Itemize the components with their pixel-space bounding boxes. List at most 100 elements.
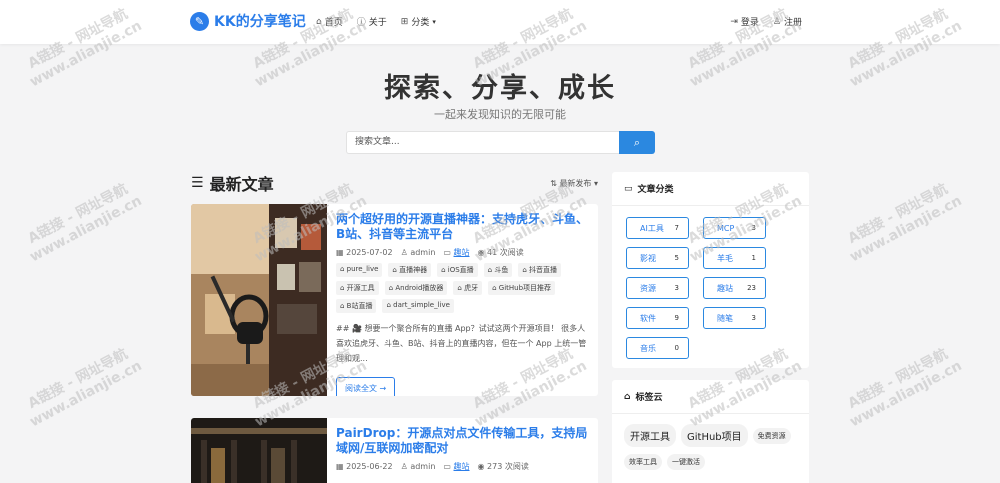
register-link[interactable]: ♙ 注册 (772, 15, 802, 29)
tag-chip[interactable]: ⌂ B站直播 (336, 299, 377, 313)
article-thumbnail[interactable] (191, 418, 327, 483)
article-body: PairDrop：开源点对点文件传输工具，支持局域网/互联网加密配对 ▦ 202… (336, 426, 590, 472)
search-input[interactable]: 搜索文章... (346, 131, 619, 154)
category-deals[interactable]: 羊毛 1 (703, 247, 766, 269)
calendar-icon: ▦ (336, 248, 344, 257)
article-category[interactable]: ▭ 趣站 (443, 461, 469, 472)
nav-categories[interactable]: ⊞ 分类 ▾ (400, 15, 436, 29)
watermark-line1: A链接 - 网址导航 (845, 181, 951, 248)
watermark-line1: A链接 - 网址导航 (845, 346, 951, 413)
category-count: 0 (674, 344, 679, 352)
search-button[interactable]: ⌕ (619, 131, 655, 154)
categories-title: 文章分类 (637, 185, 674, 195)
nav-home-label: 首页 (324, 18, 343, 28)
tag-label: B站直播 (346, 302, 373, 310)
tag-label: pure_live (346, 265, 379, 273)
category-name: 软件 (640, 313, 656, 323)
site-logo[interactable]: ✎ KK的分享笔记 (190, 11, 306, 31)
category-software[interactable]: 软件 9 (626, 307, 689, 329)
calendar-icon: ▦ (336, 462, 344, 471)
article-author-value: admin (410, 248, 436, 257)
nav-home[interactable]: ⌂ 首页 (316, 15, 343, 29)
tag-label: Android播放器 (395, 284, 444, 292)
category-mcp[interactable]: MCP 3 (703, 217, 766, 239)
category-fun-sites[interactable]: 趣站 23 (703, 277, 766, 299)
auth-links: ⇥ 登录 ♙ 注册 (730, 15, 802, 29)
category-ai-tools[interactable]: AI工具 7 (626, 217, 689, 239)
sort-label: 最新发布 (559, 178, 592, 188)
tag-chip[interactable]: ⌂ 抖音直播 (518, 263, 562, 277)
tag-cloud-item[interactable]: 一键激活 (667, 454, 705, 470)
grid-icon: ⊞ (400, 16, 409, 27)
category-count: 1 (751, 254, 756, 262)
article-author: ♙ admin (401, 462, 436, 471)
tag-chip[interactable]: ⌂ 开源工具 (336, 281, 379, 295)
nav-categories-label: 分类 (411, 18, 430, 28)
tag-cloud-item[interactable]: 开源工具 (624, 424, 676, 447)
folder-icon: ▭ (624, 183, 633, 194)
sort-dropdown[interactable]: ⇅ 最新发布 ▾ (550, 178, 598, 189)
info-icon: ⓘ (356, 18, 366, 28)
tag-cloud-title: 标签云 (635, 393, 663, 403)
tag-chip[interactable]: ⌂ iOS直播 (437, 263, 478, 277)
user-icon: ♙ (400, 462, 408, 471)
article-thumbnail[interactable] (191, 204, 327, 396)
category-name: 影视 (640, 253, 656, 263)
top-nav-bar: ✎ KK的分享笔记 ⌂ 首页 ⓘ 关于 ⊞ 分类 ▾ ⇥ 登录 ♙ 注册 (0, 0, 1000, 44)
tag-cloud-item[interactable]: 免费资源 (752, 427, 791, 444)
category-music[interactable]: 音乐 0 (626, 337, 689, 359)
article-title[interactable]: PairDrop：开源点对点文件传输工具，支持局域网/互联网加密配对 (336, 426, 590, 456)
folder-icon: ▭ (443, 462, 451, 471)
tag-cloud-item[interactable]: GitHub项目 (681, 424, 748, 447)
category-video[interactable]: 影视 5 (626, 247, 689, 269)
watermark-line2: www.alianjie.cn (27, 192, 145, 266)
watermark-line1: A链接 - 网址导航 (25, 346, 131, 413)
watermark: A链接 - 网址导航 www.alianjie.cn (19, 178, 145, 266)
main-nav: ⌂ 首页 ⓘ 关于 ⊞ 分类 ▾ (316, 15, 436, 29)
category-count: 3 (674, 284, 679, 292)
article-meta: ▦ 2025-07-02 ♙ admin ▭ 趣站 ◉ 41 次阅读 (336, 247, 590, 258)
category-list: AI工具 7 MCP 3 影视 5 羊毛 1 资源 3 趣站 23 软件 9 随笔 3 音乐 0 (612, 206, 809, 370)
category-essays[interactable]: 随笔 3 (703, 307, 766, 329)
tag-label: 抖音直播 (529, 266, 558, 274)
user-plus-icon: ♙ (772, 16, 781, 27)
section-title: ☰ 最新文章 (191, 171, 274, 195)
nav-about[interactable]: ⓘ 关于 (357, 15, 387, 28)
tag-chip[interactable]: ⌂ dart_simple_live (382, 299, 454, 313)
tag-cloud-panel: ⌂ 标签云 开源工具 GitHub项目 免费资源 效率工具 一键激活 (612, 380, 809, 483)
pencil-icon: ✎ (190, 11, 209, 31)
category-resources[interactable]: 资源 3 (626, 277, 689, 299)
search-bar: 搜索文章... ⌕ (346, 131, 655, 154)
article-category-value[interactable]: 趣站 (454, 462, 470, 471)
category-count: 5 (674, 254, 679, 262)
article-author-value: admin (410, 462, 436, 471)
category-name: 音乐 (640, 343, 656, 353)
category-count: 9 (674, 314, 679, 322)
article-title[interactable]: 两个超好用的开源直播神器：支持虎牙、斗鱼、B站、抖音等主流平台 (336, 212, 590, 242)
tag-cloud: 开源工具 GitHub项目 免费资源 效率工具 一键激活 (612, 414, 809, 480)
tag-cloud-item[interactable]: 效率工具 (624, 454, 662, 470)
hero-subtitle: 一起来发现知识的无限可能 (434, 108, 566, 121)
latest-articles-header: ☰ 最新文章 ⇅ 最新发布 ▾ (191, 171, 598, 195)
folder-icon: ▭ (443, 248, 451, 257)
article-meta: ▦ 2025-06-22 ♙ admin ▭ 趣站 ◉ 273 次阅读 (336, 461, 590, 472)
read-more-button[interactable]: 阅读全文 → (336, 377, 396, 396)
article-author: ♙ admin (401, 248, 436, 257)
tag-chip[interactable]: ⌂ pure_live (336, 263, 383, 277)
watermark-line2: www.alianjie.cn (847, 192, 965, 266)
tag-chip[interactable]: ⌂ Android播放器 (384, 281, 448, 295)
tag-chip[interactable]: ⌂ 直播神器 (388, 263, 432, 277)
article-date: ▦ 2025-07-02 (336, 248, 393, 257)
watermark-line2: www.alianjie.cn (27, 357, 145, 431)
tag-chip[interactable]: ⌂ 斗鱼 (483, 263, 513, 277)
article-category-value[interactable]: 趣站 (454, 248, 470, 257)
login-label: 登录 (740, 18, 759, 28)
tag-chip[interactable]: ⌂ GitHub项目推荐 (488, 281, 556, 295)
categories-header: ▭ 文章分类 (612, 172, 809, 206)
article-category[interactable]: ▭ 趣站 (443, 247, 469, 258)
login-link[interactable]: ⇥ 登录 (730, 15, 759, 29)
article-views-value: 41 次阅读 (487, 248, 524, 257)
tag-chip[interactable]: ⌂ 虎牙 (453, 281, 483, 295)
article-excerpt: ## 🎥 想要一个聚合所有的直播 App？试试这两个开源项目！ 很多人喜欢追虎牙… (336, 324, 587, 363)
category-count: 23 (747, 284, 756, 292)
